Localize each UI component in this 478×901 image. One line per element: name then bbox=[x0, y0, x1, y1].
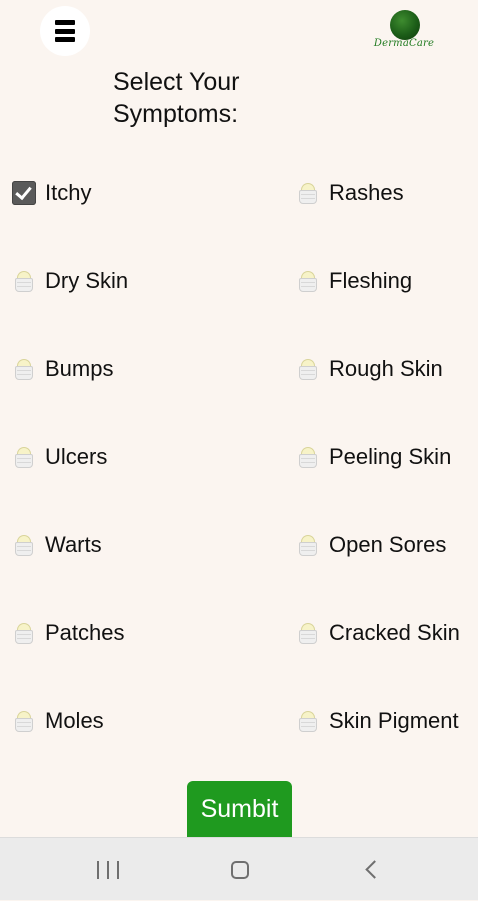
unchecked-checkbox-icon[interactable] bbox=[296, 533, 320, 557]
logo-text: DermaCare bbox=[373, 38, 435, 49]
page-title-line2: Symptoms: bbox=[113, 100, 239, 128]
unchecked-checkbox-icon[interactable] bbox=[296, 357, 320, 381]
unchecked-checkbox-icon[interactable] bbox=[12, 269, 36, 293]
symptom-label: Bumps bbox=[45, 356, 114, 381]
symptom-peeling-skin[interactable]: Peeling Skin bbox=[296, 437, 451, 477]
symptom-label: Open Sores bbox=[329, 532, 447, 557]
symptom-dry-skin[interactable]: Dry Skin bbox=[12, 261, 128, 301]
back-button[interactable] bbox=[322, 838, 422, 901]
symptom-fleshing[interactable]: Fleshing bbox=[296, 261, 412, 301]
unchecked-checkbox-icon[interactable] bbox=[296, 709, 320, 733]
unchecked-checkbox-icon[interactable] bbox=[12, 709, 36, 733]
unchecked-checkbox-icon[interactable] bbox=[12, 445, 36, 469]
symptom-label: Moles bbox=[45, 708, 104, 733]
page-title-line1: Select Your bbox=[113, 68, 240, 96]
symptom-cracked-skin[interactable]: Cracked Skin bbox=[296, 613, 460, 653]
symptom-rashes[interactable]: Rashes bbox=[296, 173, 404, 213]
symptom-label: Dry Skin bbox=[45, 268, 129, 293]
symptom-label: Skin Pigment bbox=[329, 708, 459, 733]
menu-button[interactable] bbox=[40, 6, 90, 56]
unchecked-checkbox-icon[interactable] bbox=[296, 621, 320, 645]
symptom-warts[interactable]: Warts bbox=[12, 525, 102, 565]
symptom-bumps[interactable]: Bumps bbox=[12, 349, 113, 389]
unchecked-checkbox-icon[interactable] bbox=[296, 181, 320, 205]
symptom-label: Peeling Skin bbox=[329, 444, 452, 469]
symptom-label: Ulcers bbox=[45, 444, 108, 469]
checked-checkbox-icon[interactable] bbox=[12, 181, 36, 205]
unchecked-checkbox-icon[interactable] bbox=[296, 445, 320, 469]
symptom-moles[interactable]: Moles bbox=[12, 701, 104, 741]
symptom-itchy[interactable]: Itchy bbox=[12, 173, 91, 213]
symptom-label: Cracked Skin bbox=[329, 620, 460, 645]
home-icon bbox=[231, 860, 249, 879]
unchecked-checkbox-icon[interactable] bbox=[12, 357, 36, 381]
unchecked-checkbox-icon[interactable] bbox=[12, 621, 36, 645]
unchecked-checkbox-icon[interactable] bbox=[12, 533, 36, 557]
symptom-ulcers[interactable]: Ulcers bbox=[12, 437, 107, 477]
symptom-label: Warts bbox=[45, 532, 102, 557]
home-button[interactable] bbox=[190, 838, 290, 901]
back-icon bbox=[365, 860, 384, 879]
symptom-label: Itchy bbox=[45, 180, 92, 205]
symptom-open-sores[interactable]: Open Sores bbox=[296, 525, 446, 565]
submit-button[interactable]: Sumbit bbox=[187, 781, 292, 837]
symptom-label: Fleshing bbox=[329, 268, 413, 293]
recents-icon bbox=[97, 860, 119, 879]
page-title: Select Your Symptoms: bbox=[113, 66, 240, 130]
app-logo: DermaCare bbox=[368, 8, 440, 58]
system-navigation-bar bbox=[0, 837, 478, 900]
globe-icon bbox=[390, 10, 420, 40]
symptom-skin-pigment[interactable]: Skin Pigment bbox=[296, 701, 459, 741]
symptom-label: Patches bbox=[45, 620, 125, 645]
hamburger-menu-icon bbox=[55, 20, 75, 42]
unchecked-checkbox-icon[interactable] bbox=[296, 269, 320, 293]
recents-button[interactable] bbox=[58, 838, 158, 901]
symptom-patches[interactable]: Patches bbox=[12, 613, 125, 653]
symptom-label: Rough Skin bbox=[329, 356, 443, 381]
symptom-label: Rashes bbox=[329, 180, 404, 205]
symptom-rough-skin[interactable]: Rough Skin bbox=[296, 349, 443, 389]
